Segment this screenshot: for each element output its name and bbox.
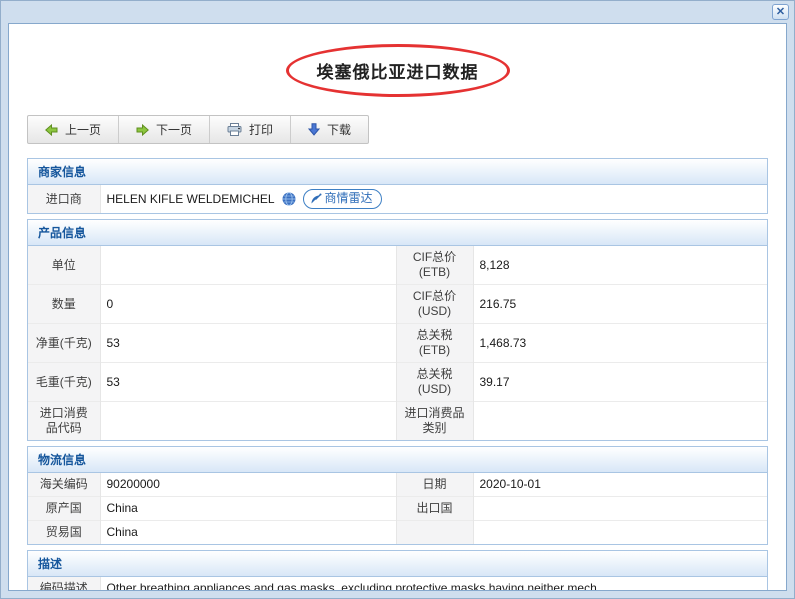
printer-icon <box>227 123 242 136</box>
field-label: CIF总价(ETB) <box>396 246 473 285</box>
dialog-window: ✕ 埃塞俄比亚进口数据 上一页 下一页 <box>0 0 795 599</box>
download-button[interactable]: 下载 <box>290 116 368 143</box>
field-label: 总关税 (USD) <box>396 363 473 402</box>
field-value <box>473 521 767 545</box>
field-value: 2020-10-01 <box>473 473 767 497</box>
page-title: 埃塞俄比亚进口数据 <box>317 63 479 82</box>
field-label: 总关税(ETB) <box>396 324 473 363</box>
field-label: 海关编码 <box>28 473 100 497</box>
field-value: 1,468.73 <box>473 324 767 363</box>
table-row: 进口消费品代码 进口消费品类别 <box>28 402 767 441</box>
field-value <box>473 497 767 521</box>
field-value <box>100 402 396 441</box>
section-description: 描述 编码描述 Other breathing appliances and g… <box>27 550 768 591</box>
satellite-dish-icon <box>310 193 322 205</box>
title-area: 埃塞俄比亚进口数据 <box>27 44 768 102</box>
field-label: 毛重(千克) <box>28 363 100 402</box>
field-label: 原产国 <box>28 497 100 521</box>
arrow-down-icon <box>308 123 320 136</box>
field-value: Other breathing appliances and gas masks… <box>100 577 767 591</box>
print-button[interactable]: 打印 <box>209 116 290 143</box>
download-label: 下载 <box>327 121 351 138</box>
business-radar-button[interactable]: 商情雷达 <box>303 189 382 209</box>
table-row: 进口商 HELEN KIFLE WELDEMICHEL <box>28 185 767 213</box>
table-row: 数量 0 CIF总价(USD) 216.75 <box>28 285 767 324</box>
description-table: 编码描述 Other breathing appliances and gas … <box>28 577 767 591</box>
next-page-button[interactable]: 下一页 <box>118 116 209 143</box>
close-icon[interactable]: ✕ <box>772 4 789 20</box>
prev-page-label: 上一页 <box>65 121 101 138</box>
importer-value: HELEN KIFLE WELDEMICHEL <box>107 192 275 207</box>
field-label: 净重(千克) <box>28 324 100 363</box>
table-row: 贸易国 China <box>28 521 767 545</box>
section-product-info: 产品信息 单位 CIF总价(ETB) 8,128 数量 0 CIF总价(USD)… <box>27 219 768 441</box>
table-row: 编码描述 Other breathing appliances and gas … <box>28 577 767 591</box>
section-header-merchant: 商家信息 <box>28 159 767 185</box>
field-label: 出口国 <box>396 497 473 521</box>
prev-page-button[interactable]: 上一页 <box>28 116 118 143</box>
print-label: 打印 <box>249 121 273 138</box>
field-value: 8,128 <box>473 246 767 285</box>
table-row: 原产国 China 出口国 <box>28 497 767 521</box>
red-highlight-ellipse: 埃塞俄比亚进口数据 <box>286 44 510 97</box>
table-row: 单位 CIF总价(ETB) 8,128 <box>28 246 767 285</box>
field-label: 贸易国 <box>28 521 100 545</box>
logistics-table: 海关编码 90200000 日期 2020-10-01 原产国 China 出口… <box>28 473 767 544</box>
field-label: CIF总价(USD) <box>396 285 473 324</box>
field-label: 日期 <box>396 473 473 497</box>
importer-label: 进口商 <box>28 185 100 213</box>
field-value: 39.17 <box>473 363 767 402</box>
field-label <box>396 521 473 545</box>
field-value: 53 <box>100 363 396 402</box>
field-value: China <box>100 497 396 521</box>
field-label: 单位 <box>28 246 100 285</box>
pager-toolbar: 上一页 下一页 打印 <box>27 115 369 144</box>
section-merchant-info: 商家信息 进口商 HELEN KIFLE WELDEMICHEL <box>27 158 768 214</box>
product-table: 单位 CIF总价(ETB) 8,128 数量 0 CIF总价(USD) 216.… <box>28 246 767 440</box>
dialog-titlebar: ✕ <box>1 1 794 23</box>
section-header-description: 描述 <box>28 551 767 577</box>
field-value: 53 <box>100 324 396 363</box>
field-value: China <box>100 521 396 545</box>
field-value: 0 <box>100 285 396 324</box>
field-label: 数量 <box>28 285 100 324</box>
table-row: 海关编码 90200000 日期 2020-10-01 <box>28 473 767 497</box>
merchant-table: 进口商 HELEN KIFLE WELDEMICHEL <box>28 185 767 213</box>
arrow-left-icon <box>45 124 58 136</box>
field-label: 进口消费品类别 <box>396 402 473 441</box>
section-header-product: 产品信息 <box>28 220 767 246</box>
field-label: 进口消费品代码 <box>28 402 100 441</box>
field-label: 编码描述 <box>28 577 100 591</box>
field-value <box>100 246 396 285</box>
business-radar-label: 商情雷达 <box>325 191 373 206</box>
section-header-logistics: 物流信息 <box>28 447 767 473</box>
field-value: 90200000 <box>100 473 396 497</box>
next-page-label: 下一页 <box>156 121 192 138</box>
table-row: 毛重(千克) 53 总关税 (USD) 39.17 <box>28 363 767 402</box>
field-value <box>473 402 767 441</box>
globe-icon[interactable] <box>282 192 296 206</box>
field-value: 216.75 <box>473 285 767 324</box>
section-logistics-info: 物流信息 海关编码 90200000 日期 2020-10-01 原产国 Chi… <box>27 446 768 545</box>
arrow-right-icon <box>136 124 149 136</box>
dialog-content-panel: 埃塞俄比亚进口数据 上一页 下一页 <box>8 23 787 591</box>
table-row: 净重(千克) 53 总关税(ETB) 1,468.73 <box>28 324 767 363</box>
